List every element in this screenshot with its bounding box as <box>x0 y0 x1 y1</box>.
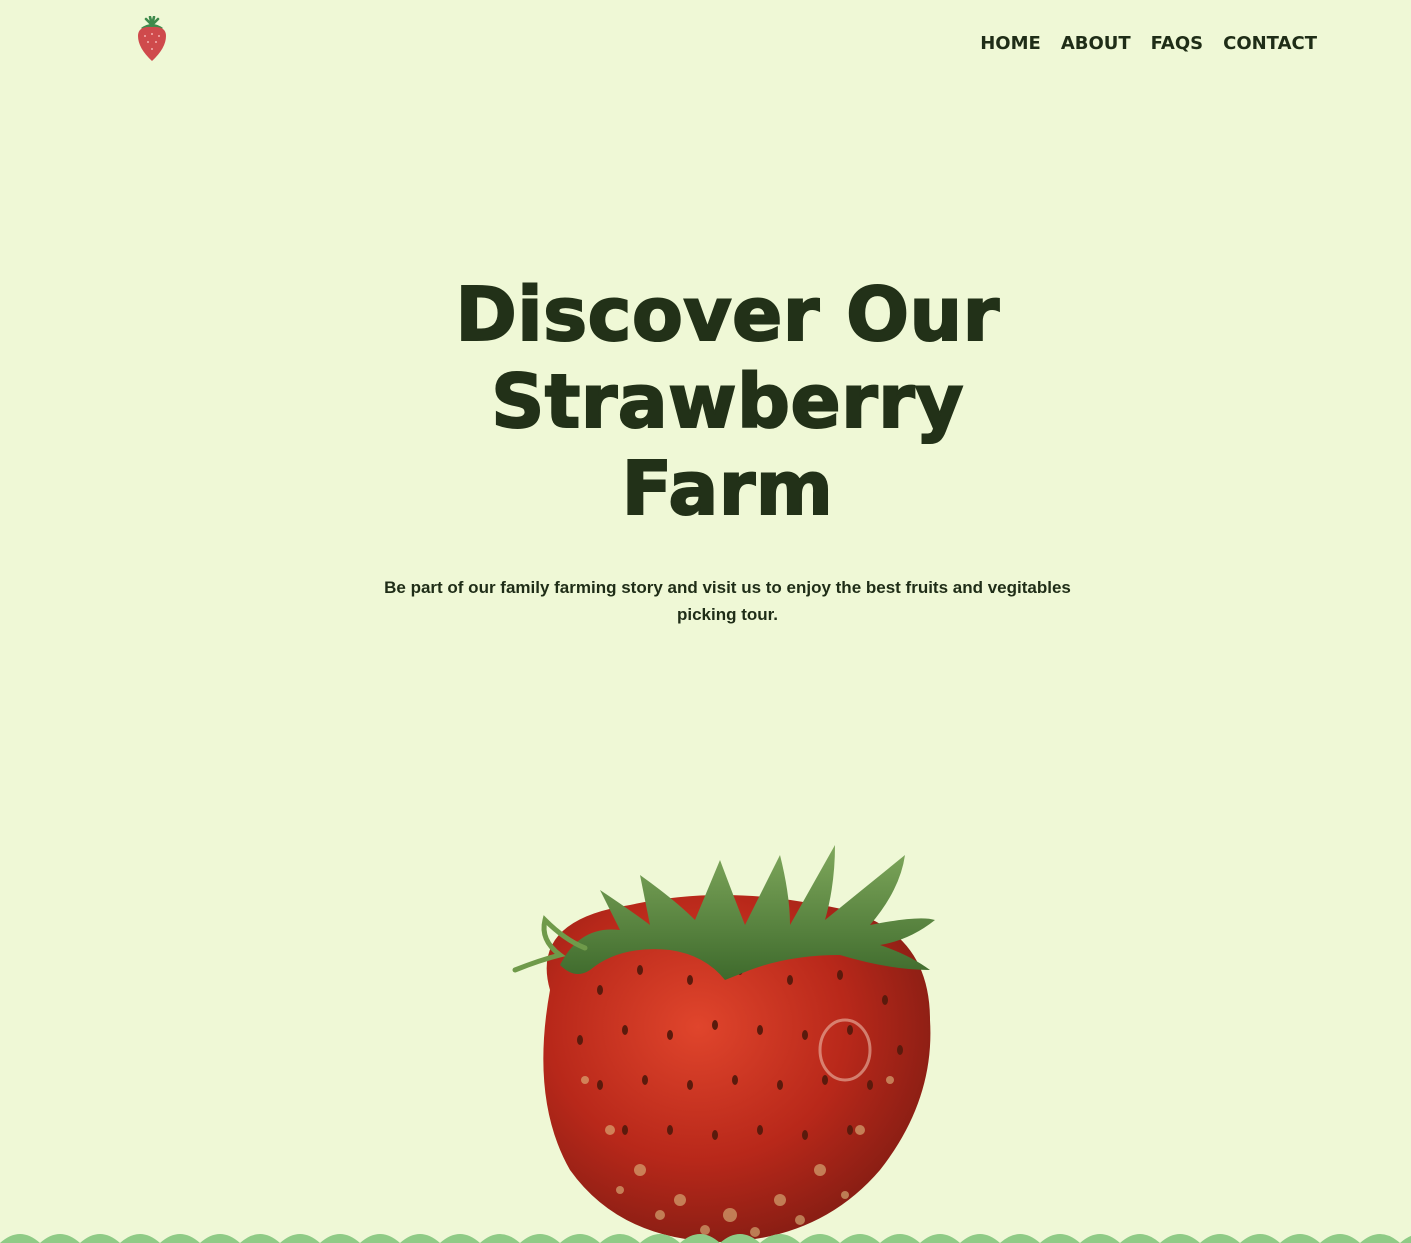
hero-title-line-2: Strawberry <box>490 358 964 446</box>
nav-about-link[interactable]: ABOUT <box>1061 32 1131 56</box>
hero-title-line-3: Farm <box>621 445 834 533</box>
site-header: HOME ABOUT FAQS CONTACT <box>0 0 1411 90</box>
hero-title: Discover Our Strawberry Farm <box>355 271 1100 533</box>
main-nav: HOME ABOUT FAQS CONTACT <box>980 32 1317 56</box>
hero-subtitle: Be part of our family farming story and … <box>384 578 1071 624</box>
nav-faqs-link[interactable]: FAQS <box>1151 32 1203 56</box>
wavy-divider <box>0 1234 1411 1243</box>
nav-contact-link[interactable]: CONTACT <box>1223 32 1317 56</box>
strawberry-photo <box>512 845 935 1242</box>
strawberry-logo-icon[interactable] <box>133 16 171 64</box>
nav-home-link[interactable]: HOME <box>980 32 1041 56</box>
hero-title-line-1: Discover Our <box>454 271 1000 359</box>
